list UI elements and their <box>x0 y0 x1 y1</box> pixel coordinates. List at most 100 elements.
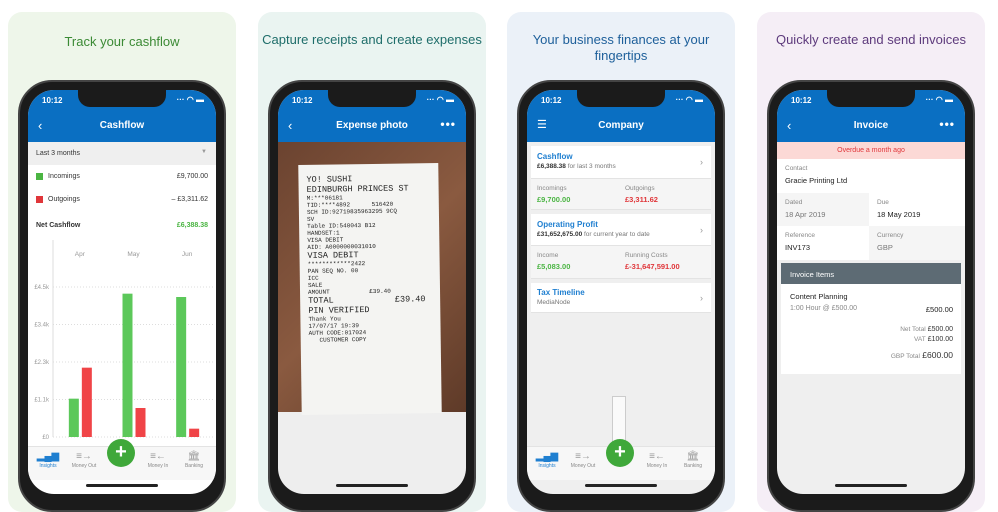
period-dropdown[interactable]: Last 3 months ▼ <box>28 142 216 165</box>
home-indicator[interactable] <box>835 484 907 487</box>
caption: Your business finances at your fingertip… <box>532 32 710 63</box>
bank-icon: 🏛 <box>686 451 700 462</box>
money-out-icon: ≡→ <box>76 451 92 462</box>
y-tick-label: £4.5k <box>34 285 50 291</box>
more-icon[interactable]: ••• <box>440 117 456 131</box>
wifi-battery-icon: ··· ◠ ▬ <box>426 95 454 104</box>
home-indicator[interactable] <box>585 484 657 487</box>
tab-insights[interactable]: ▂▄▆ Insights <box>529 451 565 469</box>
more-icon[interactable]: ••• <box>939 117 955 131</box>
phone: 10:12 ··· ◠ ▬ ‹ Expense photo ••• YO! SUSHI… <box>268 80 476 512</box>
home-indicator[interactable] <box>336 484 408 487</box>
stat-value: £3,311.62 <box>625 195 658 204</box>
money-out-icon: ≡→ <box>575 451 591 462</box>
caret-down-icon: ▼ <box>201 149 207 155</box>
bar-apr-incomings <box>68 398 79 437</box>
money-in-icon: ≡← <box>150 451 166 462</box>
vat-value: £100.00 <box>927 336 953 343</box>
tab-money-in[interactable]: ≡← Money In <box>639 451 675 469</box>
receipt-text: YO! SUSHI EDINBURGH PRINCES ST M:***06181 T… <box>298 163 442 415</box>
tab-money-in[interactable]: ≡← Money In <box>140 451 176 469</box>
card-title: Tax Timeline <box>537 288 585 297</box>
tab-banking[interactable]: 🏛 Banking <box>675 451 711 469</box>
field-label: Dated <box>785 199 803 206</box>
caption: Track your cashflow <box>64 34 180 49</box>
item-amount: £500.00 <box>925 305 953 314</box>
panel-cashflow: Track your cashflow 10:12 ··· ◠ ▬ ‹ Cashfl… <box>8 12 236 512</box>
tab-label: Money In <box>646 463 668 469</box>
currency-field: Currency GBP <box>869 226 965 260</box>
tab-insights[interactable]: ▂▄▆ Insights <box>30 451 66 469</box>
stat-value: £-31,647,591.00 <box>625 262 680 271</box>
cashflow-chart: £0 £1.1k £2.3k £3.4k £4.5k Apr May Jun <box>34 240 214 441</box>
field-value: GBP <box>877 243 893 252</box>
money-in-icon: ≡← <box>649 451 665 462</box>
net-label: Net Cashflow <box>36 222 81 229</box>
bar-may-outgoings <box>135 408 146 437</box>
panel-expense: Capture receipts and create expenses 10:… <box>258 12 486 512</box>
total-label: GBP Total <box>890 353 920 360</box>
field-label: Reference <box>785 232 815 239</box>
card-subtitle: MediaNode <box>537 299 571 306</box>
tab-label: Insights <box>538 463 556 469</box>
reference-field[interactable]: Reference INV173 <box>777 226 869 260</box>
y-tick-label: £3.4k <box>34 323 50 329</box>
field-value: 18 May 2019 <box>877 210 921 219</box>
operating-profit-card[interactable]: Operating Profit £31,652,675.00 for curr… <box>531 214 711 246</box>
due-field[interactable]: Due 18 May 2019 <box>869 193 965 226</box>
y-tick-label: £1.1k <box>34 398 50 404</box>
wifi-battery-icon: ··· ◠ ▬ <box>925 95 953 104</box>
status-time: 10:12 <box>292 96 313 105</box>
card-title: Cashflow <box>537 152 573 161</box>
vat-label: VAT <box>914 336 926 343</box>
receipt-photo: YO! SUSHI EDINBURGH PRINCES ST M:***06181 T… <box>278 142 466 415</box>
outgoings-label: Outgoings <box>48 196 80 203</box>
status-time: 10:12 <box>42 96 63 105</box>
y-tick-label: £2.3k <box>34 360 50 366</box>
period-value: Last 3 months <box>36 150 80 157</box>
chevron-right-icon: › <box>700 157 703 167</box>
bar-jun-outgoings <box>189 428 200 437</box>
bar-chart-icon: ▂▄▆ <box>535 451 559 462</box>
y-tick-label: £0 <box>42 435 49 441</box>
screen-title: Cashflow <box>99 120 145 131</box>
caption: Quickly create and send invoices <box>775 32 967 47</box>
home-indicator[interactable] <box>86 484 158 487</box>
tab-money-out[interactable]: ≡→ Money Out <box>565 451 601 469</box>
net-value: £6,388.38 <box>176 222 208 229</box>
stat-value: £5,083.00 <box>537 262 571 271</box>
tax-timeline-card[interactable]: Tax Timeline MediaNode › <box>531 283 711 313</box>
add-button[interactable]: + <box>606 439 634 467</box>
tab-money-out[interactable]: ≡→ Money Out <box>66 451 102 469</box>
field-value: 18 Apr 2019 <box>785 210 826 219</box>
phone: 10:12 ··· ◠ ▬ ☰ Company Cashflow £6,388.38… <box>517 80 725 512</box>
tab-bar: ▂▄▆ Insights ≡→ Money Out + ≡← Money In 🏛 Ba… <box>527 439 715 480</box>
invoice-item[interactable]: Content Planning 1:00 Hour @ £500.00 £50… <box>781 284 961 374</box>
card-title: Operating Profit <box>537 220 598 229</box>
stat-label: Running Costs <box>625 252 668 259</box>
add-button[interactable]: + <box>107 439 135 467</box>
cashflow-card[interactable]: Cashflow £6,388.38 for last 3 months › <box>531 146 711 179</box>
field-label: Contact <box>785 165 808 172</box>
bar-jun-incomings <box>176 297 187 437</box>
incomings-label: Incomings <box>48 173 80 180</box>
screen-title: Company <box>598 120 644 131</box>
contact-field[interactable]: Contact Gracie Printing Ltd <box>777 159 965 193</box>
tab-bar: ▂▄▆ Insights ≡→ Money Out + ≡← Money In 🏛 Ba… <box>28 439 216 480</box>
tab-label: Banking <box>683 463 703 469</box>
total-value: £600.00 <box>922 350 953 360</box>
incomings-value: £9,700.00 <box>176 173 208 180</box>
bar-may-incomings <box>122 293 133 437</box>
chevron-right-icon: › <box>700 225 703 235</box>
screen-title: Expense photo <box>336 120 408 131</box>
panel-company: Your business finances at your fingertip… <box>507 12 735 512</box>
caption: Capture receipts and create expenses <box>262 32 482 47</box>
wifi-battery-icon: ··· ◠ ▬ <box>176 95 204 104</box>
bar-apr-outgoings <box>81 367 92 437</box>
x-tick-label: Jun <box>182 251 193 258</box>
tab-label: Money Out <box>71 463 97 469</box>
cashflow-amount: £6,388.38 <box>537 163 566 170</box>
outgoings-value: – £3,311.62 <box>171 196 208 203</box>
receipt-line: CUSTOMER COPY <box>308 336 367 344</box>
tab-banking[interactable]: 🏛 Banking <box>176 451 212 469</box>
